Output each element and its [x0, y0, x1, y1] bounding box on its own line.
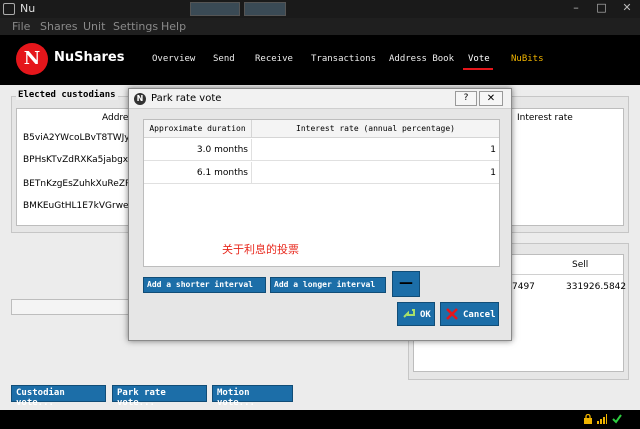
menu-settings[interactable]: Settings: [113, 20, 158, 33]
window-titlebar: Nu – □ ✕: [0, 0, 640, 18]
cancel-label: Cancel: [463, 310, 496, 320]
cancel-x-icon: [446, 308, 458, 320]
rate-cell[interactable]: 1: [252, 162, 499, 184]
nushares-logo-icon: N: [16, 43, 48, 75]
column-header-interest-rate[interactable]: Interest rate: [517, 113, 573, 123]
titlebar-widget: [190, 2, 240, 16]
app-icon: [3, 3, 15, 15]
park-rate-table[interactable]: Approximate duration Interest rate (annu…: [143, 119, 500, 267]
table-row[interactable]: 6.1 months 1: [144, 162, 499, 184]
ok-button[interactable]: OK: [397, 302, 435, 326]
tab-send[interactable]: Send: [213, 54, 235, 64]
menu-file[interactable]: File: [12, 20, 30, 33]
elected-custodians-label: Elected custodians: [16, 90, 118, 100]
window-title: Nu: [20, 2, 36, 15]
ok-arrow-icon: [403, 309, 415, 318]
menu-bar: File Shares Unit Settings Help: [0, 18, 640, 35]
sell-value[interactable]: 331926.5842: [566, 282, 626, 292]
duration-cell[interactable]: 6.1 months: [144, 162, 252, 184]
tab-address-book[interactable]: Address Book: [389, 54, 454, 64]
titlebar-widget: [244, 2, 286, 16]
menu-help[interactable]: Help: [161, 20, 186, 33]
custodian-address[interactable]: BMKEuGtHL1E7kVGrweG: [23, 201, 138, 211]
tab-nubits[interactable]: NuBits: [511, 54, 544, 64]
custodian-address[interactable]: BPHsKTvZdRXKa5jabgxw: [23, 155, 138, 165]
add-shorter-interval-button[interactable]: Add a shorter interval: [143, 277, 266, 293]
dialog-close-button[interactable]: ✕: [479, 91, 503, 106]
dialog-title: Park rate vote: [151, 93, 222, 104]
park-rate-vote-button[interactable]: Park rate vote...: [112, 385, 207, 408]
motion-vote-button[interactable]: Motion vote...: [212, 385, 293, 408]
active-tab-indicator: [463, 68, 493, 70]
dialog-app-icon: N: [134, 93, 146, 105]
custodian-address[interactable]: BETnKzgEsZuhkXuReZRS: [23, 179, 138, 189]
tab-vote[interactable]: Vote: [468, 54, 490, 64]
column-header-duration[interactable]: Approximate duration: [144, 120, 252, 138]
status-bar: [0, 410, 640, 429]
lock-icon: [584, 414, 592, 424]
menu-unit[interactable]: Unit: [83, 20, 105, 33]
custodian-vote-button[interactable]: Custodian vote...: [11, 385, 106, 408]
ok-label: OK: [420, 310, 431, 320]
buy-value[interactable]: 7497: [512, 282, 535, 292]
brand-name: NuShares: [54, 50, 125, 65]
annotation-text: 关于利息的投票: [222, 243, 299, 256]
minimize-button[interactable]: –: [565, 0, 587, 16]
maximize-button[interactable]: □: [591, 0, 613, 16]
help-button[interactable]: ?: [455, 91, 477, 106]
menu-shares[interactable]: Shares: [40, 20, 77, 33]
add-longer-interval-button[interactable]: Add a longer interval: [270, 277, 386, 293]
close-window-button[interactable]: ✕: [616, 0, 638, 16]
column-header-rate[interactable]: Interest rate (annual percentage): [252, 120, 499, 138]
tab-overview[interactable]: Overview: [152, 54, 195, 64]
cancel-button[interactable]: Cancel: [440, 302, 499, 326]
rate-cell[interactable]: 1: [252, 139, 499, 161]
tab-transactions[interactable]: Transactions: [311, 54, 376, 64]
custodian-address[interactable]: B5viA2YWcoLBvT8TWJyw: [23, 133, 138, 143]
remove-interval-button[interactable]: —: [392, 271, 420, 297]
dialog-titlebar: N Park rate vote ? ✕: [129, 89, 511, 109]
check-icon: [612, 414, 622, 424]
horizontal-scrollbar[interactable]: [11, 299, 129, 315]
park-rate-vote-dialog: N Park rate vote ? ✕ Approximate duratio…: [128, 88, 512, 341]
signal-icon: [597, 414, 607, 424]
tab-receive[interactable]: Receive: [255, 54, 293, 64]
table-row[interactable]: 3.0 months 1: [144, 139, 499, 161]
duration-cell[interactable]: 3.0 months: [144, 139, 252, 161]
column-header-sell[interactable]: Sell: [572, 260, 588, 270]
